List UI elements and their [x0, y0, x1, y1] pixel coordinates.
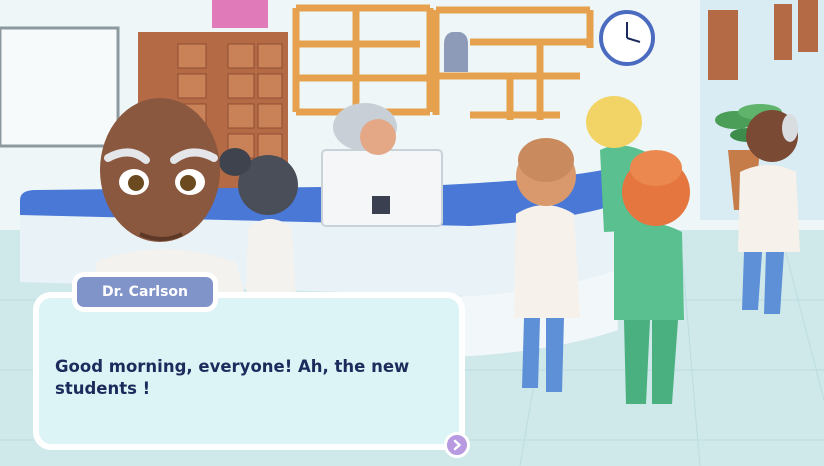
- wall-frame: [708, 10, 738, 80]
- wall-frame: [798, 0, 818, 52]
- speaker-name: Dr. Carlson: [101, 284, 189, 300]
- chevron-right-icon: [453, 439, 461, 451]
- monitor-stand: [372, 196, 390, 214]
- dialog-box[interactable]: Good morning, everyone! Ah, the new stud…: [33, 292, 465, 450]
- wall-frame: [774, 4, 792, 60]
- whiteboard: [0, 26, 120, 148]
- vase-icon: [444, 32, 468, 72]
- binders: [212, 0, 268, 28]
- next-dialog-button[interactable]: [444, 432, 470, 458]
- speaker-name-tab: Dr. Carlson: [72, 272, 218, 312]
- computer-monitor: [321, 149, 443, 227]
- dialog-text: Good morning, everyone! Ah, the new stud…: [55, 357, 410, 398]
